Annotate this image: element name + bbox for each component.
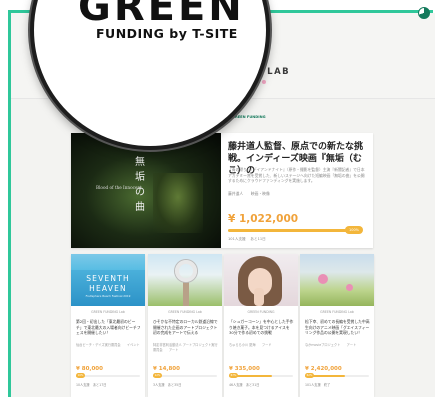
featured-progress-bar [228,229,358,232]
card-organizer: 特定非営利活動法人 アートプロジェクト実行委員会 アート [153,343,218,352]
card-lab-label: GREEN FUNDING [247,310,275,314]
hand-ring-shape [175,260,197,282]
card-progress-badge: 67% [229,372,238,378]
image-subtitle: Blood of the Innocent [96,185,142,190]
project-card-image[interactable]: SEVENTH HEAVEN Fruitsphere Beach Festiva… [71,254,145,306]
powered-brand[interactable]: GREEN FUNDING [232,115,266,119]
card-progress-bar [76,375,140,377]
card-stats: 10人支援 あと17日 [76,382,106,387]
image-title-line: HEAVEN [89,284,127,293]
lens-logo-subtext: FUNDING by T-SITE [96,26,238,41]
illustration-flower [318,274,328,284]
project-card[interactable]: GREEN FUNDING Lab 松下幸、初めての長編を受賞した中高生向けのア… [300,254,374,397]
days-left: あと31日 [245,383,260,387]
featured-progress-fill [228,229,358,232]
card-stats: 3人支援 あと35日 [153,382,181,387]
card-lab-label: GREEN FUNDING Lab [168,310,202,314]
card-title[interactable]: 松下幸、初めての長編を受賞した中高生向けのアニメ映画「グエイスフィーリング作品の… [305,319,370,336]
image-char: 垢 [135,172,145,183]
featured-project-description: 『青の帰り』『デイアンドナイト』（原作・撮影を監督）主演『新聞記者』で日本アカデ… [228,167,365,184]
image-title-line: SEVENTH [86,274,130,283]
portrait-hand [254,288,264,306]
card-progress-bar [305,375,369,377]
card-lab-label: GREEN FUNDING Lab [320,310,354,314]
featured-project-card[interactable]: 無 垢 の 曲 Blood of the Innocent 藤井道人監督、原点で… [71,133,373,248]
project-card-image[interactable] [224,254,298,306]
image-texture [153,173,203,233]
image-char: 無 [135,157,145,168]
featured-project-stats: 101人支援 あと11日 [228,237,266,242]
strap-shape [183,282,189,306]
card-progress-bar [229,375,293,377]
card-amount: ¥ 14,800 [153,366,180,372]
screenshot-frame: N FUNDING LAB GREEN FUNDING by T-SITE po… [0,0,435,397]
card-progress-badge: 12% [153,372,162,378]
card-amount: ¥ 80,000 [76,366,103,372]
days-left: あと35日 [167,383,182,387]
project-card[interactable]: SEVENTH HEAVEN Fruitsphere Beach Festiva… [71,254,145,397]
card-title[interactable]: 「シュガーコーン」を中心とした手作り焼き菓子。本を見つけるアイスを30分で作る初… [229,319,294,336]
featured-project-amount: ¥ 1,022,000 [228,213,299,225]
card-title[interactable]: 第2回・初出した「東北最初のビーチ」で東北最大の入場者向けビーチフェスを開催した… [76,319,141,336]
backers-count: 101人支援 [305,383,321,387]
corner-logo-icon[interactable] [418,7,430,19]
card-lab-label: GREEN FUNDING Lab [91,310,125,314]
backers-count: 10人支援 [76,383,90,387]
card-progress-badge: 62% [305,372,314,378]
card-progress-badge: 10% [76,372,85,378]
card-organizer: 仙台ビーチ・デイズ実行委員会 イベント [76,343,140,347]
project-card[interactable]: GREEN FUNDING Lab ひそかな不特定のローカル鉄道沿線で開催された… [148,254,222,397]
card-amount: ¥ 2,420,000 [305,366,342,372]
featured-progress-badge: 100% [345,226,363,234]
image-sky [71,254,145,270]
card-amount: ¥ 335,000 [229,366,260,372]
card-progress-bar [153,375,217,377]
days-left: あと11日 [250,237,266,241]
image-caption: Fruitsphere Beach Festival 2019 [85,294,131,298]
days-left: あと17日 [92,383,107,387]
card-stats: 101人支援 終了 [305,382,330,387]
days-left: 終了 [323,383,331,387]
featured-project-image[interactable]: 無 垢 の 曲 Blood of the Innocent [71,133,221,248]
card-organizer: ちゅらら小川 夏海 フード [229,343,272,347]
project-card[interactable]: GREEN FUNDING 「シュガーコーン」を中心とした手作り焼き菓子。本を見… [224,254,298,397]
project-card-image[interactable] [300,254,374,306]
decor-dot [262,80,266,84]
card-stats: 46人支援 あと31日 [229,382,259,387]
project-card-image[interactable] [148,254,222,306]
backers-count: 3人支援 [153,383,165,387]
backers-count: 46人支援 [229,383,243,387]
card-title[interactable]: ひそかな不特定のローカル鉄道沿線で開催された企画のアートプロジェクト初の完成をア… [153,319,218,336]
backers-count: 101人支援 [228,237,246,241]
card-organizer: なかmovieプロジェクト アート [305,343,357,347]
illustration-flower [346,284,353,291]
image-char: 曲 [135,202,145,213]
featured-project-meta: 藤井道人 映画・映像 [228,191,270,196]
